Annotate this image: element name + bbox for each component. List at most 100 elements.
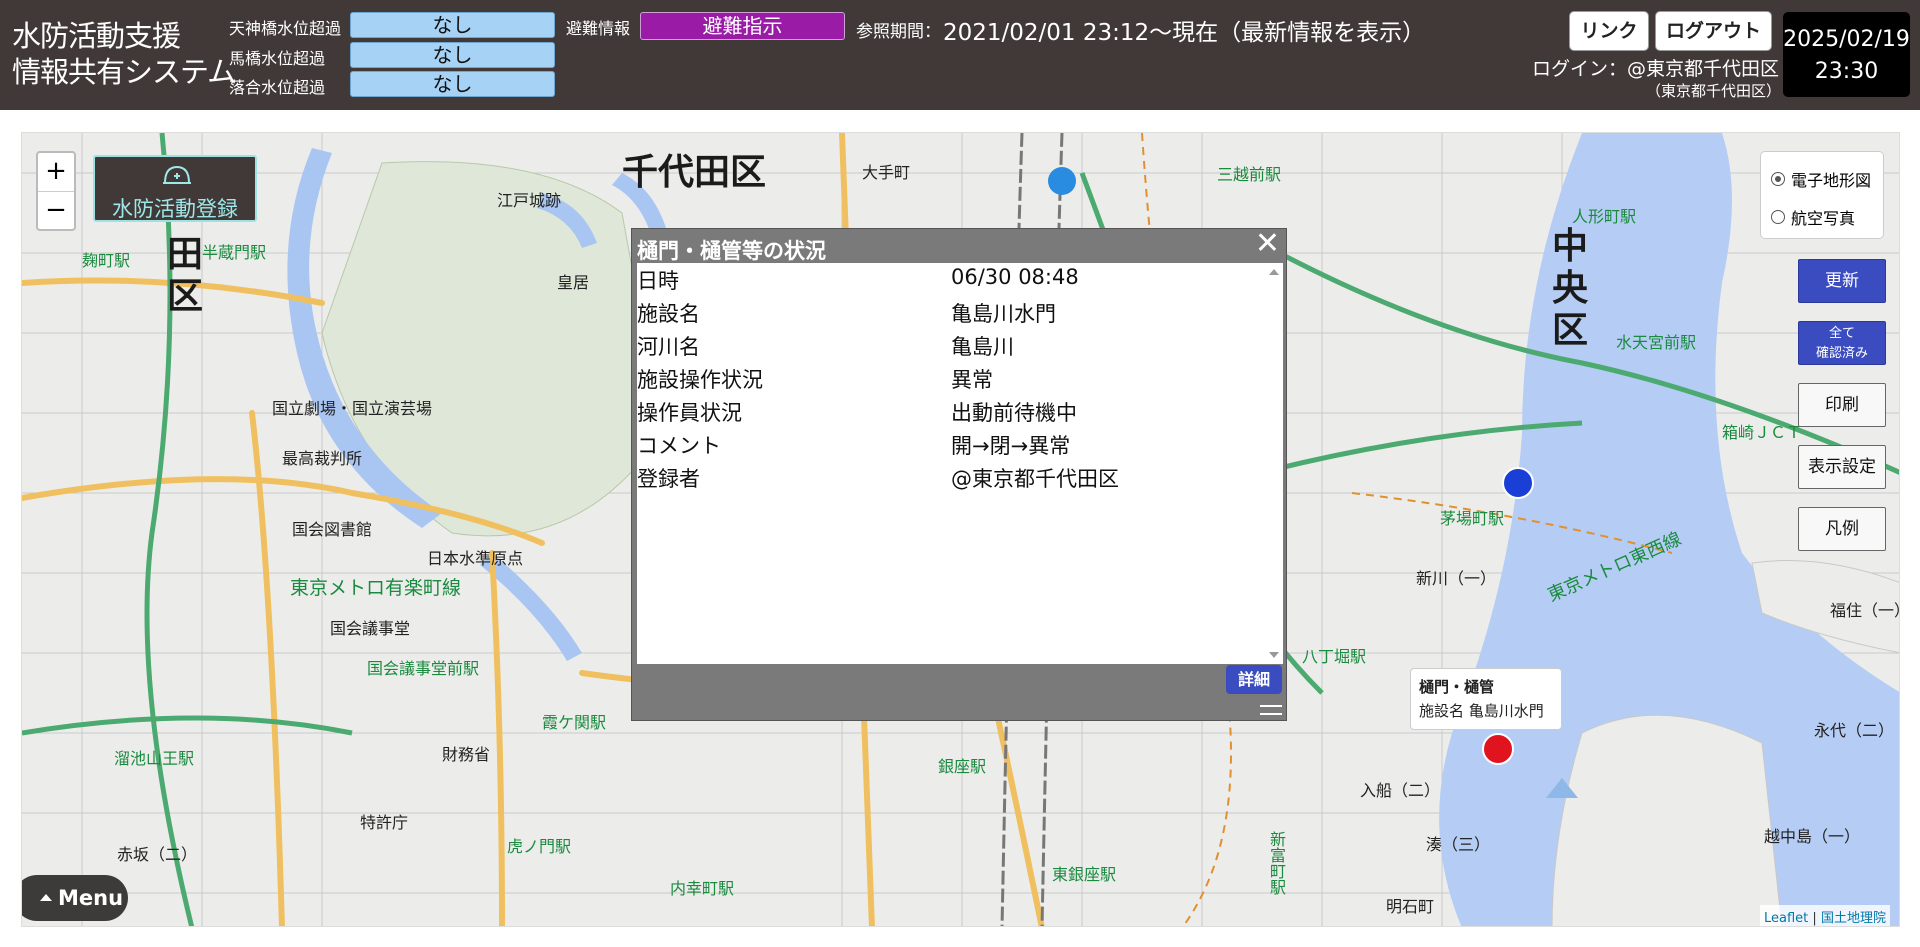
map-label-shinkawa: 新川（一） <box>1416 569 1497 588</box>
map-label-chiyoda-ku: 千代田区 <box>622 152 767 193</box>
layer-option-standard-label: 電子地形図 <box>1791 171 1872 190</box>
current-time: 23:30 <box>1814 59 1879 84</box>
app-header: 水防活動支援 情報共有システム 天神橋水位超過 なし 馬橋水位超過 なし 落合水… <box>0 0 1920 110</box>
register-activity-button[interactable]: 水防活動登録 <box>93 155 257 222</box>
zoom-out-button[interactable]: − <box>38 191 74 229</box>
map-label-etchujima: 越中島（一） <box>1764 827 1861 846</box>
scroll-down-arrow-icon[interactable] <box>1269 652 1279 658</box>
map-label-hatchobori-station: 八丁堀駅 <box>1302 647 1367 666</box>
popup-row-value: @東京都千代田区 <box>951 467 1119 491</box>
water-level-label-tenjinbashi: 天神橋水位超過 <box>229 19 342 38</box>
refresh-button[interactable]: 更新 <box>1798 259 1886 303</box>
login-user-sub: （東京都千代田区） <box>1646 82 1782 100</box>
confirm-all-button[interactable]: 全て 確認済み <box>1798 321 1886 365</box>
map-label-kokuritsu: 国立劇場・国立演芸場 <box>272 399 433 418</box>
popup-row-key: 操作員状況 <box>637 401 742 425</box>
app-title: 水防活動支援 情報共有システム <box>12 18 236 90</box>
map-label-fukagawa: 福住（一） <box>1830 601 1899 620</box>
popup-row-value: 開→閉→異常 <box>951 434 1071 458</box>
layer-option-standard[interactable]: 電子地形図 <box>1771 160 1873 198</box>
popup-row: 施設操作状況 異常 <box>637 364 1257 397</box>
popup-row: 操作員状況 出動前待機中 <box>637 397 1257 430</box>
popup-row-key: 施設操作状況 <box>637 368 763 392</box>
map-label-kokkai-mae-station: 国会議事堂前駅 <box>367 659 480 678</box>
popup-row: 河川名 亀島川 <box>637 331 1257 364</box>
attribution-separator: | <box>1812 911 1817 926</box>
marker-tooltip: 樋門・樋管 施設名 亀島川水門 <box>1410 668 1562 730</box>
popup-row-key: 施設名 <box>637 302 700 326</box>
floodgate-marker-red[interactable] <box>1482 733 1514 765</box>
login-user: ログイン：@東京都千代田区 <box>1532 58 1780 80</box>
map-label-toranomon-station: 虎ノ門駅 <box>507 837 572 856</box>
layer-option-aerial-label: 航空写真 <box>1791 209 1856 228</box>
layer-option-aerial[interactable]: 航空写真 <box>1771 198 1873 236</box>
water-level-label-umahashi: 馬橋水位超過 <box>229 49 326 68</box>
caret-up-icon <box>40 894 52 901</box>
map-label-higashi-ginza-station: 東銀座駅 <box>1052 865 1117 884</box>
confirm-all-label-1: 全て <box>1828 326 1855 341</box>
map-label-saikosai: 最高裁判所 <box>282 449 363 468</box>
current-datetime: 2025/02/19 23:30 <box>1783 12 1910 97</box>
map-label-kayabacho-station: 茅場町駅 <box>1440 509 1505 528</box>
map-label-ku-left-2: 区 <box>167 276 204 317</box>
map-label-mitsukoshi-station: 三越前駅 <box>1217 165 1282 184</box>
detail-button[interactable]: 詳細 <box>1226 665 1282 694</box>
facility-status-popup: 樋門・樋管等の状況 ✕ 日時 06/30 08:48 施設名 亀島川水門 河川名… <box>631 228 1287 721</box>
period-value: 2021/02/01 23:12～現在（最新情報を表示） <box>943 20 1426 46</box>
menu-button-label: Menu <box>58 886 124 910</box>
popup-row-key: 日時 <box>637 269 679 293</box>
attribution-gsi-link[interactable]: 国土地理院 <box>1821 911 1886 926</box>
map-label-ginza-station: 銀座駅 <box>938 757 987 776</box>
popup-title: 樋門・樋管等の状況 <box>637 239 826 263</box>
popup-row-key: コメント <box>637 434 721 458</box>
map-label-edojo: 江戸城跡 <box>497 191 562 210</box>
popup-row: 施設名 亀島川水門 <box>637 298 1257 331</box>
map-label-akashicho: 明石町 <box>1386 897 1435 916</box>
link-button[interactable]: リンク <box>1569 11 1649 51</box>
map-label-yurakucho-line: 東京メトロ有楽町線 <box>290 577 462 599</box>
map-label-shintomi-station: 新富町駅 <box>1267 831 1286 895</box>
evac-status-badge: 避難指示 <box>640 12 845 40</box>
popup-row: 日時 06/30 08:48 <box>637 265 1257 298</box>
map-label-suitengu-station: 水天宮前駅 <box>1616 333 1697 352</box>
map-label-chuo-ku-3: 区 <box>1552 310 1589 351</box>
radio-selected-icon[interactable] <box>1771 172 1785 186</box>
evac-label: 避難情報 <box>566 19 631 38</box>
popup-row-key: 河川名 <box>637 335 700 359</box>
popup-row-key: 登録者 <box>637 467 700 491</box>
info-pin-marker[interactable] <box>1048 167 1076 195</box>
map-label-ningyocho-station: 人形町駅 <box>1572 207 1637 226</box>
map-label-kokyo: 皇居 <box>557 273 590 292</box>
display-settings-button[interactable]: 表示設定 <box>1798 445 1886 489</box>
zoom-control: + − <box>36 151 76 231</box>
base-layer-selector: 電子地形図 航空写真 <box>1760 151 1884 239</box>
map-attribution: Leaflet | 国土地理院 <box>1760 905 1890 926</box>
radio-unselected-icon[interactable] <box>1771 210 1785 224</box>
app-title-line2: 情報共有システム <box>12 55 236 89</box>
map-label-uchisaiwaicho-station: 内幸町駅 <box>670 879 735 898</box>
map-label-akasaka: 赤坂（二） <box>117 845 198 864</box>
popup-row-value: 亀島川 <box>951 335 1014 359</box>
zoom-in-button[interactable]: + <box>38 153 74 191</box>
legend-button[interactable]: 凡例 <box>1798 507 1886 551</box>
attribution-leaflet-link[interactable]: Leaflet <box>1764 911 1808 926</box>
resize-handle-icon[interactable] <box>1260 705 1282 715</box>
floodgate-marker-blue[interactable] <box>1502 467 1534 499</box>
map-label-otemachi: 大手町 <box>862 163 911 182</box>
logout-button[interactable]: ログアウト <box>1655 11 1772 51</box>
tooltip-title: 樋門・樋管 <box>1419 678 1495 696</box>
water-level-value-umahashi: なし <box>350 42 555 68</box>
menu-button[interactable]: Menu <box>22 875 128 921</box>
popup-row-value: 異常 <box>951 368 993 392</box>
print-button[interactable]: 印刷 <box>1798 383 1886 427</box>
popup-body: 日時 06/30 08:48 施設名 亀島川水門 河川名 亀島川 施設操作状況 … <box>637 263 1283 664</box>
popup-row-value: 亀島川水門 <box>951 302 1056 326</box>
map-label-irifune: 入船（二） <box>1360 781 1441 800</box>
close-icon[interactable]: ✕ <box>1255 229 1280 259</box>
popup-row-value: 出動前待機中 <box>951 401 1077 425</box>
register-activity-label: 水防活動登録 <box>112 197 238 221</box>
map-label-nihon-suijun: 日本水準原点 <box>427 549 524 568</box>
water-level-value-ochiai: なし <box>350 71 555 97</box>
confirm-all-label-2: 確認済み <box>1815 346 1868 361</box>
scroll-up-arrow-icon[interactable] <box>1269 269 1279 275</box>
